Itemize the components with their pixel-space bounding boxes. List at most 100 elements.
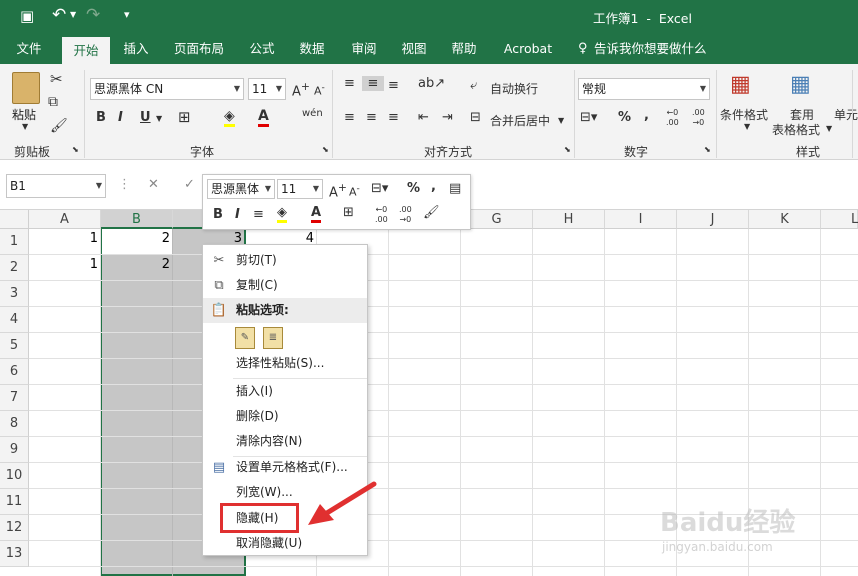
align-middle-icon[interactable]: ≡: [362, 76, 384, 91]
row-header-9[interactable]: 9: [0, 437, 29, 463]
conditional-format-button[interactable]: 条件格式: [720, 106, 768, 123]
customize-qat-icon[interactable]: ▾: [124, 8, 130, 21]
cell-a1[interactable]: 1: [29, 231, 101, 246]
align-center-icon[interactable]: ≡: [366, 110, 377, 125]
row-header-6[interactable]: 6: [0, 359, 29, 385]
mini-italic-button[interactable]: I: [235, 207, 240, 222]
increase-indent-icon[interactable]: ⇥: [442, 110, 453, 125]
row-header-1[interactable]: 1: [0, 229, 29, 255]
mini-decrease-decimal-icon[interactable]: .00 →0: [399, 205, 412, 225]
format-as-table-line2[interactable]: 表格格式: [772, 121, 820, 138]
bold-button[interactable]: B: [96, 110, 106, 125]
align-right-icon[interactable]: ≡: [388, 110, 399, 125]
font-size-select[interactable]: 11 ▼: [248, 78, 286, 100]
column-header-l[interactable]: L: [821, 210, 858, 229]
paste-button[interactable]: 粘贴: [12, 106, 36, 123]
tab-review[interactable]: 审阅: [346, 34, 382, 64]
italic-button[interactable]: I: [118, 110, 123, 125]
percent-button[interactable]: %: [618, 110, 631, 125]
accounting-format-icon[interactable]: ⊟▾: [580, 110, 597, 125]
enter-icon[interactable]: ✓: [184, 177, 195, 192]
redo-icon[interactable]: ↷: [86, 5, 100, 25]
cancel-icon[interactable]: ✕: [148, 177, 159, 192]
decrease-font-icon[interactable]: A-: [314, 82, 325, 98]
copy-icon[interactable]: ⧉: [48, 94, 58, 110]
tab-data[interactable]: 数据: [294, 34, 330, 64]
comma-style-button[interactable]: ,: [644, 108, 649, 123]
tab-acrobat[interactable]: Acrobat: [498, 34, 558, 64]
mini-comma-button[interactable]: ,: [431, 179, 436, 194]
wrap-text-icon[interactable]: ⤶: [470, 78, 477, 93]
font-color-icon[interactable]: A: [258, 108, 269, 127]
menu-item-clear-contents[interactable]: 清除内容(N): [203, 429, 367, 454]
paste-option-format-icon[interactable]: ✎: [235, 327, 255, 349]
alignment-launcher-icon[interactable]: ⬊: [564, 145, 571, 154]
row-header-12[interactable]: 12: [0, 515, 29, 541]
mini-format-cells-icon[interactable]: ▤: [449, 181, 461, 196]
tell-me-search[interactable]: 告诉我你想要做什么: [594, 34, 714, 64]
number-launcher-icon[interactable]: ⬊: [704, 145, 711, 154]
wrap-text-button[interactable]: 自动换行: [490, 80, 538, 97]
tab-home[interactable]: 开始: [62, 37, 110, 64]
clipboard-launcher-icon[interactable]: ⬊: [72, 145, 79, 154]
phonetic-icon[interactable]: wén: [302, 108, 323, 119]
menu-item-unhide[interactable]: 取消隐藏(U): [203, 531, 367, 556]
tab-file[interactable]: 文件: [6, 34, 52, 64]
paste-option-values-icon[interactable]: ≣: [263, 327, 283, 349]
row-header-4[interactable]: 4: [0, 307, 29, 333]
mini-increase-decimal-icon[interactable]: ←0.00: [375, 205, 388, 225]
row-header-11[interactable]: 11: [0, 489, 29, 515]
menu-item-delete[interactable]: 删除(D): [203, 404, 367, 429]
merge-dropdown-icon[interactable]: ▼: [558, 116, 564, 125]
column-header-j[interactable]: J: [677, 210, 749, 229]
conditional-format-icon[interactable]: ▦: [730, 72, 751, 97]
mini-accounting-icon[interactable]: ⊟▾: [371, 181, 388, 196]
font-name-select[interactable]: 思源黑体 CN ▼: [90, 78, 244, 100]
menu-item-copy[interactable]: ⧉ 复制(C): [203, 273, 367, 298]
mini-increase-font-icon[interactable]: A+: [329, 181, 347, 200]
mini-percent-button[interactable]: %: [407, 181, 420, 196]
decrease-decimal-icon[interactable]: .00 →0: [692, 108, 705, 128]
align-top-icon[interactable]: ≡: [344, 76, 355, 91]
fill-color-icon[interactable]: ◈: [224, 108, 235, 127]
cut-icon[interactable]: ✂: [50, 70, 63, 88]
undo-dropdown-icon[interactable]: ▼: [70, 10, 76, 19]
cell-b2[interactable]: 2: [101, 257, 173, 272]
cell-a2[interactable]: 1: [29, 257, 101, 272]
column-header-g[interactable]: G: [461, 210, 533, 229]
mini-size-select[interactable]: 11 ▼: [277, 179, 323, 199]
row-header-7[interactable]: 7: [0, 385, 29, 411]
format-as-table-dropdown-icon[interactable]: ▼: [826, 124, 832, 133]
cell-styles-button[interactable]: 单元: [834, 106, 858, 123]
orientation-icon[interactable]: ab↗: [418, 76, 445, 91]
format-as-table-icon[interactable]: ▦: [790, 72, 811, 97]
column-header-h[interactable]: H: [533, 210, 605, 229]
align-left-icon[interactable]: ≡: [344, 110, 355, 125]
mini-decrease-font-icon[interactable]: A-: [349, 183, 360, 199]
row-header-10[interactable]: 10: [0, 463, 29, 489]
cell-b1[interactable]: 2: [101, 231, 173, 246]
decrease-indent-icon[interactable]: ⇤: [418, 110, 429, 125]
save-icon[interactable]: ▣: [20, 7, 34, 25]
mini-align-center-icon[interactable]: ≡: [253, 207, 264, 222]
tab-help[interactable]: 帮助: [446, 34, 482, 64]
mini-bold-button[interactable]: B: [213, 207, 223, 222]
number-format-select[interactable]: 常规 ▼: [578, 78, 710, 100]
menu-item-cut[interactable]: ✂ 剪切(T): [203, 248, 367, 273]
tab-page-layout[interactable]: 页面布局: [166, 34, 232, 64]
column-header-b[interactable]: B: [101, 210, 173, 229]
row-header-5[interactable]: 5: [0, 333, 29, 359]
tab-insert[interactable]: 插入: [114, 34, 158, 64]
align-bottom-icon[interactable]: ≡: [388, 78, 399, 93]
tab-view[interactable]: 视图: [396, 34, 432, 64]
mini-border-icon[interactable]: ⊞: [343, 205, 354, 220]
border-icon[interactable]: ⊞: [178, 108, 191, 126]
tab-formulas[interactable]: 公式: [244, 34, 280, 64]
row-header-8[interactable]: 8: [0, 411, 29, 437]
menu-item-insert[interactable]: 插入(I): [203, 379, 367, 404]
column-header-a[interactable]: A: [29, 210, 101, 229]
select-all-corner[interactable]: [0, 210, 29, 229]
conditional-format-dropdown-icon[interactable]: ▼: [744, 122, 750, 131]
paste-dropdown-icon[interactable]: ▼: [22, 122, 28, 131]
mini-format-painter-icon[interactable]: 🖌: [423, 205, 440, 220]
